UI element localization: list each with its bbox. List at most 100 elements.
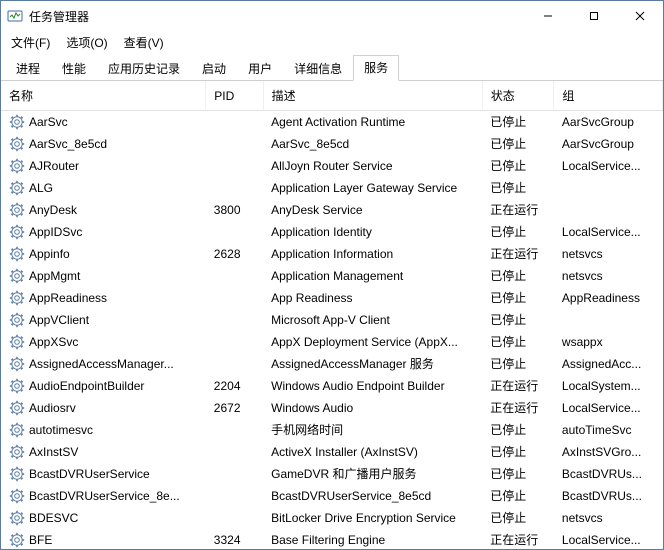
menu-options[interactable]: 选项(O) [60,32,113,53]
cell-pid [206,133,263,155]
cell-name: autotimesvc [1,419,206,441]
cell-group: AarSvcGroup [554,111,663,133]
tab-services[interactable]: 服务 [353,55,399,81]
table-row[interactable]: AnyDesk3800AnyDesk Service正在运行 [1,199,663,221]
table-row[interactable]: Appinfo2628Application Information正在运行ne… [1,243,663,265]
minimize-button[interactable] [525,1,571,31]
service-gear-icon [9,202,25,218]
cell-desc: AppX Deployment Service (AppX... [263,331,482,353]
task-manager-icon [7,8,23,24]
cell-status: 已停止 [482,463,554,485]
col-header-status[interactable]: 状态 [482,81,554,111]
cell-pid [206,287,263,309]
table-row[interactable]: AssignedAccessManager...AssignedAccessMa… [1,353,663,375]
cell-desc: Windows Audio Endpoint Builder [263,375,482,397]
cell-pid: 3324 [206,529,263,550]
tabstrip: 进程 性能 应用历史记录 启动 用户 详细信息 服务 [1,53,663,81]
service-name-label: AudioEndpointBuilder [29,379,144,393]
cell-group: AxInstSVGro... [554,441,663,463]
col-header-pid[interactable]: PID [206,81,263,111]
service-name-label: AppReadiness [29,291,107,305]
cell-group [554,309,663,331]
tab-details[interactable]: 详细信息 [283,56,353,81]
service-name-label: AppMgmt [29,269,80,283]
cell-desc: App Readiness [263,287,482,309]
maximize-button[interactable] [571,1,617,31]
cell-name: AarSvc [1,111,206,133]
menu-file[interactable]: 文件(F) [5,32,56,53]
cell-pid [206,441,263,463]
cell-status: 已停止 [482,485,554,507]
service-gear-icon [9,422,25,438]
table-row[interactable]: BcastDVRUserServiceGameDVR 和广播用户服务已停止Bca… [1,463,663,485]
table-row[interactable]: BDESVCBitLocker Drive Encryption Service… [1,507,663,529]
table-row[interactable]: AppIDSvcApplication Identity已停止LocalServ… [1,221,663,243]
cell-status: 已停止 [482,441,554,463]
cell-pid [206,177,263,199]
cell-name: AxInstSV [1,441,206,463]
service-gear-icon [9,158,25,174]
cell-status: 正在运行 [482,529,554,550]
table-row[interactable]: AppVClientMicrosoft App-V Client已停止 [1,309,663,331]
cell-group [554,199,663,221]
tab-performance[interactable]: 性能 [51,56,97,81]
service-gear-icon [9,312,25,328]
table-row[interactable]: BFE3324Base Filtering Engine正在运行LocalSer… [1,529,663,550]
cell-status: 已停止 [482,221,554,243]
cell-name: BDESVC [1,507,206,529]
titlebar[interactable]: 任务管理器 [1,1,663,31]
col-header-group[interactable]: 组 [554,81,663,111]
close-button[interactable] [617,1,663,31]
col-header-desc[interactable]: 描述 [263,81,482,111]
table-row[interactable]: AxInstSV ActiveX Installer (AxInstSV)已停止A… [1,441,663,463]
header-row: 名称 PID 描述 状态 组 [1,81,663,111]
cell-pid [206,221,263,243]
cell-group: netsvcs [554,265,663,287]
service-name-label: Audiosrv [29,401,76,415]
cell-group: BcastDVRUs... [554,485,663,507]
cell-status: 正在运行 [482,375,554,397]
table-row[interactable]: AJRouterAllJoyn Router Service已停止LocalSe… [1,155,663,177]
service-name-label: AppIDSvc [29,225,82,239]
table-row[interactable]: AarSvc_8e5cdAarSvc_8e5cd已停止AarSvcGroup [1,133,663,155]
table-row[interactable]: AppMgmtApplication Management已停止netsvcs [1,265,663,287]
cell-name: Audiosrv [1,397,206,419]
table-row[interactable]: AppReadinessApp Readiness已停止AppReadiness [1,287,663,309]
table-row[interactable]: BcastDVRUserService_8e...BcastDVRUserSer… [1,485,663,507]
col-header-name[interactable]: 名称 [1,81,206,111]
service-name-label: autotimesvc [29,423,93,437]
cell-status: 已停止 [482,353,554,375]
service-gear-icon [9,356,25,372]
service-gear-icon [9,532,25,548]
cell-group [554,177,663,199]
service-gear-icon [9,400,25,416]
table-row[interactable]: AarSvcAgent Activation Runtime已停止AarSvcG… [1,111,663,133]
table-row[interactable]: ALGApplication Layer Gateway Service已停止 [1,177,663,199]
cell-desc: ActiveX Installer (AxInstSV) [263,441,482,463]
tab-app-history[interactable]: 应用历史记录 [97,56,191,81]
tab-processes[interactable]: 进程 [5,56,51,81]
cell-group: netsvcs [554,507,663,529]
cell-name: AppVClient [1,309,206,331]
table-row[interactable]: autotimesvc手机网络时间已停止autoTimeSvc [1,419,663,441]
cell-name: AarSvc_8e5cd [1,133,206,155]
tab-startup[interactable]: 启动 [191,56,237,81]
tab-users[interactable]: 用户 [237,56,283,81]
content-area: 名称 PID 描述 状态 组 AarSvcAgent Activation Ru… [1,81,663,549]
services-scroll[interactable]: 名称 PID 描述 状态 组 AarSvcAgent Activation Ru… [1,81,663,549]
table-row[interactable]: AudioEndpointBuilder2204Windows Audio En… [1,375,663,397]
service-name-label: AarSvc_8e5cd [29,137,107,151]
cell-desc: BcastDVRUserService_8e5cd [263,485,482,507]
cell-pid [206,507,263,529]
cell-status: 已停止 [482,507,554,529]
table-row[interactable]: Audiosrv2672Windows Audio正在运行LocalServic… [1,397,663,419]
cell-desc: Application Management [263,265,482,287]
cell-pid [206,463,263,485]
cell-name: AnyDesk [1,199,206,221]
table-row[interactable]: AppXSvcAppX Deployment Service (AppX...已… [1,331,663,353]
menu-view[interactable]: 查看(V) [118,32,170,53]
service-name-label: AarSvc [29,115,68,129]
service-gear-icon [9,224,25,240]
service-gear-icon [9,334,25,350]
cell-status: 正在运行 [482,397,554,419]
